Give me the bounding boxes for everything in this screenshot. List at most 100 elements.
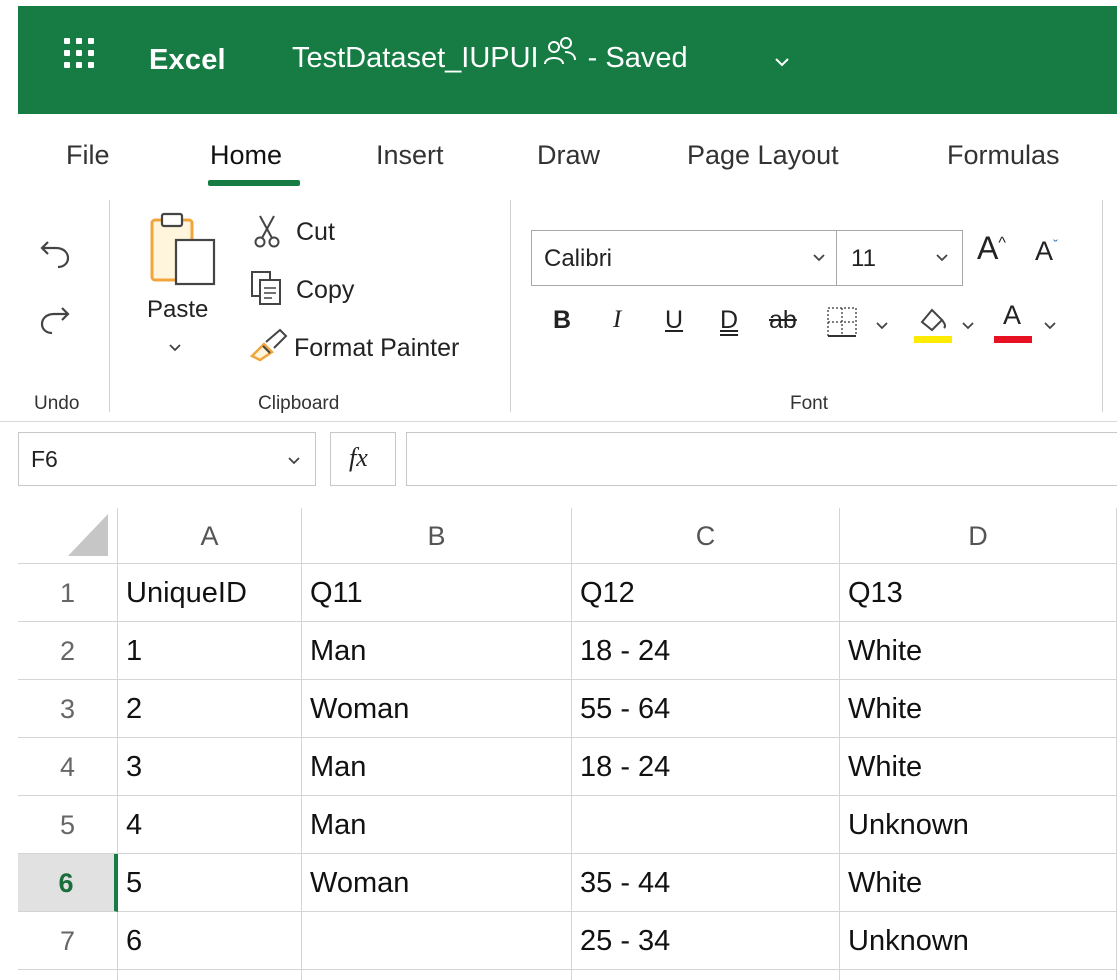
chevron-down-icon[interactable] <box>1043 318 1057 336</box>
select-all-corner[interactable] <box>18 508 118 564</box>
cut-button[interactable]: Cut <box>296 218 335 247</box>
copy-button[interactable]: Copy <box>296 276 354 305</box>
cell-c6[interactable]: 35 - 44 <box>572 854 840 912</box>
font-name-value: Calibri <box>544 245 613 272</box>
cell-d3[interactable]: White <box>840 680 1117 738</box>
cell-c3[interactable]: 55 - 64 <box>572 680 840 738</box>
chevron-down-icon <box>812 247 826 268</box>
cell-d1[interactable]: Q13 <box>840 564 1117 622</box>
chevron-down-icon[interactable] <box>961 318 975 336</box>
font-group-label: Font <box>790 393 829 414</box>
cell-a6[interactable]: 5 <box>118 854 302 912</box>
app-launcher-icon[interactable] <box>64 38 94 68</box>
cell-a2[interactable]: 1 <box>118 622 302 680</box>
undo-icon[interactable] <box>38 236 72 275</box>
column-header-d[interactable]: D <box>840 508 1117 564</box>
cell-a3[interactable]: 2 <box>118 680 302 738</box>
row-header-3[interactable]: 3 <box>18 680 118 738</box>
paste-icon[interactable] <box>146 210 222 291</box>
chevron-down-icon <box>287 453 301 471</box>
row-header-4[interactable]: 4 <box>18 738 118 796</box>
spreadsheet-grid: A B C D 1 UniqueID Q11 Q12 Q13 2 1 Man 18 - 24 White 3… <box>18 508 1117 980</box>
scissors-icon[interactable] <box>252 214 282 253</box>
cell-d2[interactable]: White <box>840 622 1117 680</box>
cell-c1[interactable]: Q12 <box>572 564 840 622</box>
name-box[interactable]: F6 <box>18 432 316 486</box>
redo-icon[interactable] <box>38 302 72 341</box>
font-name-dropdown[interactable]: Calibri <box>531 230 837 286</box>
row-header-6[interactable]: 6 <box>18 854 118 912</box>
cell-a1[interactable]: UniqueID <box>118 564 302 622</box>
tab-home[interactable]: Home <box>210 140 282 171</box>
cell-d5[interactable]: Unknown <box>840 796 1117 854</box>
cell-b7[interactable] <box>302 912 572 970</box>
strikethrough-button[interactable]: ab <box>769 306 797 335</box>
shrink-font-button[interactable]: Aˇ <box>1035 236 1058 267</box>
tab-file[interactable]: File <box>66 140 110 171</box>
cell-b5[interactable]: Man <box>302 796 572 854</box>
cell-b4[interactable]: Man <box>302 738 572 796</box>
cell-c4[interactable]: 18 - 24 <box>572 738 840 796</box>
underline-button[interactable]: U <box>665 306 683 335</box>
document-title[interactable]: TestDataset_IUPUI - Saved <box>292 37 688 75</box>
active-tab-indicator <box>208 180 300 186</box>
font-size-dropdown[interactable]: 11 <box>837 230 963 286</box>
chevron-down-icon <box>935 247 949 268</box>
cell-a7[interactable]: 6 <box>118 912 302 970</box>
cell-c2[interactable]: 18 - 24 <box>572 622 840 680</box>
row-header-1[interactable]: 1 <box>18 564 118 622</box>
column-header-a[interactable]: A <box>118 508 302 564</box>
font-color-letter[interactable]: A <box>1003 300 1021 331</box>
chevron-down-icon[interactable] <box>875 318 889 336</box>
paste-label[interactable]: Paste <box>147 296 208 324</box>
column-header-b[interactable]: B <box>302 508 572 564</box>
title-bar: Excel TestDataset_IUPUI - Saved <box>18 6 1117 114</box>
grow-font-button[interactable]: A^ <box>977 230 1006 267</box>
italic-button[interactable]: I <box>613 306 621 334</box>
save-status: - Saved <box>587 42 688 74</box>
tab-draw[interactable]: Draw <box>537 140 600 171</box>
next-row-partial <box>18 970 1117 980</box>
double-underline-button[interactable]: D <box>720 306 738 335</box>
cell-b1[interactable]: Q11 <box>302 564 572 622</box>
chevron-down-icon[interactable] <box>774 48 790 74</box>
clipboard-group-label: Clipboard <box>258 393 340 414</box>
fill-color-icon[interactable] <box>912 302 954 349</box>
group-divider <box>1102 200 1103 412</box>
ribbon-tabs: File Home Insert Draw Page Layout Formul… <box>0 114 1117 200</box>
group-divider <box>510 200 511 412</box>
group-divider <box>109 200 110 412</box>
format-painter-button[interactable]: Format Painter <box>294 334 459 363</box>
document-name: TestDataset_IUPUI <box>292 42 539 74</box>
fx-label: fx <box>349 443 368 472</box>
cell-b2[interactable]: Man <box>302 622 572 680</box>
cell-c5[interactable] <box>572 796 840 854</box>
copy-icon[interactable] <box>250 270 282 311</box>
paste-chevron-icon[interactable] <box>168 340 182 358</box>
row-header-7[interactable]: 7 <box>18 912 118 970</box>
caret-up-icon: ^ <box>998 234 1006 252</box>
shrink-font-letter: A <box>1035 236 1054 266</box>
cell-c7[interactable]: 25 - 34 <box>572 912 840 970</box>
cell-d4[interactable]: White <box>840 738 1117 796</box>
tab-formulas[interactable]: Formulas <box>947 140 1060 171</box>
fill-color-swatch <box>914 336 952 343</box>
cell-a5[interactable]: 4 <box>118 796 302 854</box>
bold-button[interactable]: B <box>553 306 571 335</box>
row-header-5[interactable]: 5 <box>18 796 118 854</box>
formula-input[interactable] <box>406 432 1117 486</box>
app-name[interactable]: Excel <box>149 44 226 77</box>
cell-a4[interactable]: 3 <box>118 738 302 796</box>
row-header-2[interactable]: 2 <box>18 622 118 680</box>
insert-function-button[interactable]: fx <box>330 432 396 486</box>
cell-d6[interactable]: White <box>840 854 1117 912</box>
borders-icon[interactable] <box>826 306 858 343</box>
name-box-value: F6 <box>31 446 58 472</box>
cell-d7[interactable]: Unknown <box>840 912 1117 970</box>
tab-insert[interactable]: Insert <box>376 140 444 171</box>
tab-page-layout[interactable]: Page Layout <box>687 140 839 171</box>
format-painter-icon[interactable] <box>248 326 288 367</box>
column-header-c[interactable]: C <box>572 508 840 564</box>
cell-b3[interactable]: Woman <box>302 680 572 738</box>
cell-b6[interactable]: Woman <box>302 854 572 912</box>
